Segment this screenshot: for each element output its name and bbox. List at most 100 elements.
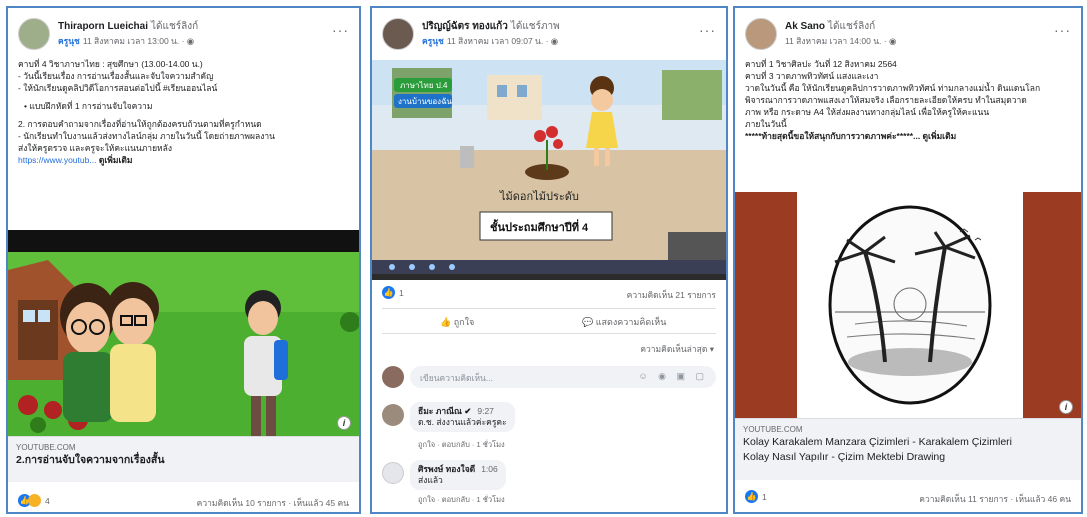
info-icon[interactable]: i [337,416,351,430]
body-line: ภาพ หรือ กระดาษ A4 ให้ส่งผลงานทางกลุ่มไล… [745,107,990,117]
more-options-icon[interactable]: ··· [699,22,716,38]
see-more-link[interactable]: ดูเพิ่มเติม [99,155,133,165]
thumbs-up-icon: 👍 [440,317,452,327]
comment-text: ส่งแล้ว [418,475,443,485]
globe-icon: ◉ [186,36,195,46]
comment-sort-dropdown[interactable]: ความคิดเห็นล่าสุด ▾ [640,342,714,356]
link-source: YOUTUBE.COM [16,443,76,452]
post-header: ปริญญ์ฉัตร ทองแก้ว ได้แชร์ภาพ ครูนุช 11 สิ… [372,8,726,58]
comment-actions[interactable]: ถูกใจ · ตอบกลับ · 1 ชั่วโมง [418,494,505,506]
body-bullet: • แบบฝึกหัดที่ 1 การอ่านจับใจความ [24,101,153,111]
link-source: YOUTUBE.COM [743,425,803,434]
reaction-count[interactable]: 4 [45,496,50,506]
screenshot-collage: Thiraporn Lueichai ได้แชร์ลิงก์ ครูนุช 11 … [0,0,1087,517]
post-link[interactable]: https://www.youtub... [18,155,96,165]
comment-view-stats[interactable]: ความคิดเห็น 11 รายการ · เห็นแล้ว 46 คน [919,492,1071,506]
haha-reaction-icon [28,494,41,507]
reaction-count[interactable]: 1 [399,288,404,298]
more-options-icon[interactable]: ··· [1054,22,1071,38]
post-header: Ak Sano ได้แชร์ลิงก์ 11 สิงหาคม เวลา 14:0… [735,8,1081,58]
author-name-text[interactable]: Ak Sano [785,21,825,32]
author-name-text[interactable]: Thiraporn Lueichai [58,21,148,32]
body-line: คาบที่ 1 วิชาศิลปะ วันที่ 12 สิงหาคม 256… [745,59,897,69]
author-name[interactable]: Ak Sano ได้แชร์ลิงก์ [785,19,875,34]
comment-stats[interactable]: ความคิดเห็น 21 รายการ [627,288,716,302]
composer-icons[interactable]: ☺ ◉ ▣ ▢ [638,371,708,382]
comment-time: 1:06 [481,464,498,474]
avatar[interactable] [382,18,414,50]
like-reaction-icon[interactable]: 👍 [382,286,395,299]
lesson-slide-art: ภาษาไทย ป.4 งานบ้านของฉัน ไม้ดอกไม้ประดั… [372,60,726,280]
post-meta: 11 สิงหาคม เวลา 14:00 น. · ◉ [785,34,896,48]
pencil-drawing-art [735,192,1081,418]
speech-bubble-icon: 💬 [582,317,594,327]
author-suffix: ได้แชร์ลิงก์ [151,21,199,32]
post-time[interactable]: 11 สิงหาคม เวลา 14:00 น. · [785,36,887,46]
post-image[interactable]: ภาษาไทย ป.4 งานบ้านของฉัน ไม้ดอกไม้ประดั… [372,60,726,280]
link-title-line-1[interactable]: Kolay Karakalem Manzara Çizimleri - Kara… [743,436,1073,449]
comment-bubble: ศิรพงษ์ ทองใจดี 1:06 ส่งแล้ว [410,460,506,490]
reaction-count[interactable]: 1 [762,492,767,502]
avatar [382,366,404,388]
post-body: คาบที่ 1 วิชาศิลปะ วันที่ 12 สิงหาคม 256… [735,58,1081,142]
video-thumbnail[interactable]: i [8,230,359,436]
comment-bubble: ธีมะ ภาณีณ ✔ 9:27 ด.ช. ส่งงานแล้วค่ะครูคะ [410,402,515,432]
author-suffix: ได้แชร์ภาพ [510,21,560,32]
comment-label: แสดงความคิดเห็น [595,317,667,327]
author-name-text[interactable]: ปริญญ์ฉัตร ทองแก้ว [422,21,508,32]
more-options-icon[interactable]: ··· [332,22,349,38]
commenter-name[interactable]: ธีมะ ภาณีณ ✔ [418,406,471,416]
link-preview[interactable]: YOUTUBE.COM Kolay Karakalem Manzara Çizi… [735,418,1081,480]
body-line: - ให้นักเรียนดูคลิปวิดีโอการสอนต่อไปนี้ … [18,82,349,94]
author-name[interactable]: Thiraporn Lueichai ได้แชร์ลิงก์ [58,19,198,34]
post-time[interactable]: 11 สิงหาคม เวลา 09:07 น. · [447,36,549,46]
facebook-post-1: Thiraporn Lueichai ได้แชร์ลิงก์ ครูนุช 11 … [6,6,361,514]
comment-text: ด.ช. ส่งงานแล้วค่ะครูคะ [418,417,507,427]
body-line: คาบที่ 4 วิชาภาษาไทย : สุขศึกษา (13.00-1… [18,59,203,69]
body-line: ภายในวันนี้ [745,119,787,129]
link-title-line-2[interactable]: Kolay Nasıl Yapılır - Çizim Mektebi Draw… [743,451,1073,464]
slide-grade: ชั้นประถมศึกษาปีที่ 4 [490,219,589,234]
author-name[interactable]: ปริญญ์ฉัตร ทองแก้ว ได้แชร์ภาพ [422,19,560,34]
author-suffix: ได้แชร์ลิงก์ [828,21,876,32]
body-line-text: - ให้นักเรียนดูคลิปวิดีโอการสอนต่อไปนี้ … [18,83,218,93]
like-label: ถูกใจ [453,317,475,327]
comment-button[interactable]: 💬 แสดงความคิดเห็น [582,315,666,329]
post-header: Thiraporn Lueichai ได้แชร์ลิงก์ ครูนุช 11 … [8,8,359,58]
cartoon-thumbnail-art [8,230,359,436]
link-preview[interactable]: YOUTUBE.COM 2.การอ่านจับใจความจากเรื่องส… [8,436,359,482]
link-title[interactable]: 2.การอ่านจับใจความจากเรื่องสั้น [16,454,351,467]
avatar[interactable] [382,462,404,484]
reactions-bar: 👍 1 ความคิดเห็น 21 รายการ [382,286,716,304]
comment-item: ธีมะ ภาณีณ ✔ 9:27 ด.ช. ส่งงานแล้วค่ะครูคะ… [382,402,716,454]
info-icon[interactable]: i [1059,400,1073,414]
body-line-see-more[interactable]: *****ท้ายสุดนี้ขอให้สนุกกับการวาดภาพค่ะ*… [745,130,1071,142]
body-line: - วันนี้เรียนเรื่อง การอ่านเรื่องสั้นและ… [18,71,214,81]
body-line: คาบที่ 3 วาดภาพทิวทัศน์ แสงและเงา [745,71,879,81]
avatar[interactable] [18,18,50,50]
comment-view-stats[interactable]: ความคิดเห็น 10 รายการ · เห็นแล้ว 45 คน [197,496,349,510]
avatar[interactable] [382,404,404,426]
body-line: ส่งให้ครูตรวจ และครูจะให้คะแนนภายหลัง [18,143,173,153]
group-tag[interactable]: ครูนุช [422,36,444,46]
commenter-name[interactable]: ศิรพงษ์ ทองใจดี [418,464,475,474]
facebook-post-2: ปริญญ์ฉัตร ทองแก้ว ได้แชร์ภาพ ครูนุช 11 สิ… [370,6,728,514]
comment-time: 9:27 [477,406,494,416]
video-thumbnail[interactable]: i [735,192,1081,418]
action-bar: 👍 ถูกใจ 💬 แสดงความคิดเห็น [382,308,716,334]
globe-icon: ◉ [550,36,559,46]
body-line: วาดในวันนี้ คือ ให้นักเรียนดูคลิปการวาดภ… [745,83,1041,93]
avatar[interactable] [745,18,777,50]
group-tag[interactable]: ครูนุช [58,36,80,46]
like-reaction-icon[interactable]: 👍 [745,490,758,503]
comment-actions[interactable]: ถูกใจ · ตอบกลับ · 1 ชั่วโมง [418,439,505,451]
body-line: 2. การตอบคำถามจากเรื่องที่อ่านให้ถูกต้อง… [18,119,262,129]
body-line: - นักเรียนทำใบงานแล้วส่งทางไลน์กลุ่ม ภาย… [18,131,275,141]
slide-top-label: ภาษาไทย ป.4 [400,81,448,90]
reactions-bar: 👍 4 ความคิดเห็น 10 รายการ · เห็นแล้ว 45 ค… [18,494,349,512]
post-body: คาบที่ 4 วิชาภาษาไทย : สุขศึกษา (13.00-1… [8,58,359,166]
slide-tag-label: งานบ้านของฉัน [398,97,453,106]
like-button[interactable]: 👍 ถูกใจ [440,315,474,329]
post-time[interactable]: 11 สิงหาคม เวลา 13:00 น. · [83,36,185,46]
reactions-bar: 👍 1 ความคิดเห็น 11 รายการ · เห็นแล้ว 46 ค… [745,490,1071,508]
